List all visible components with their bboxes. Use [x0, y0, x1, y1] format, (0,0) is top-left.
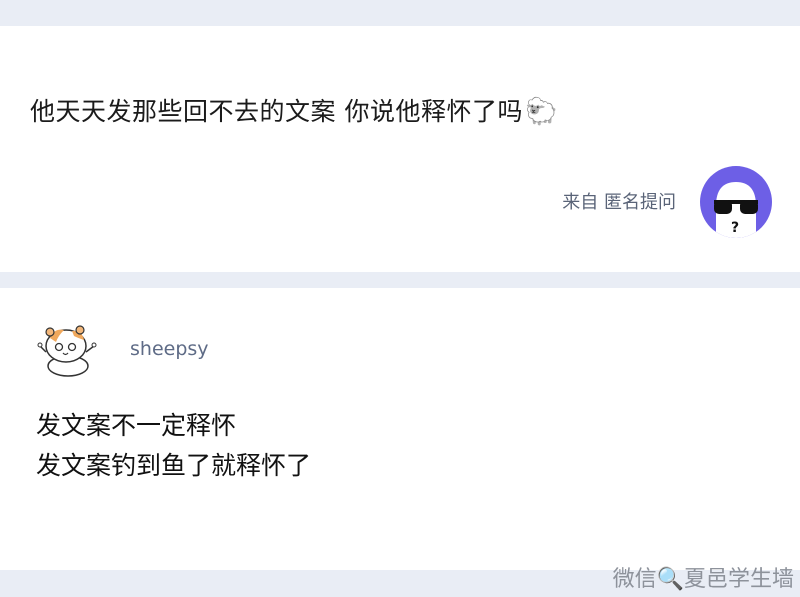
watermark: 微信🔍夏邑学生墙 [612, 567, 794, 592]
question-text: 他天天发那些回不去的文案 你说他释怀了吗🐑 [30, 92, 558, 128]
anonymous-sunglasses-icon: ? [714, 182, 758, 238]
from-label: 来自 匿名提问 [562, 192, 676, 213]
question-card: 他天天发那些回不去的文案 你说他释怀了吗🐑 来自 匿名提问 ? [0, 26, 800, 272]
author-avatar[interactable] [36, 316, 100, 380]
answer-card: sheepsy 发文案不一定释怀 发文案钓到鱼了就释怀了 [0, 288, 800, 570]
anonymous-avatar[interactable]: ? [700, 166, 772, 238]
sheep-emoji: 🐑 [524, 97, 558, 127]
answer-text: 发文案不一定释怀 发文案钓到鱼了就释怀了 [36, 406, 311, 486]
question-body: 他天天发那些回不去的文案 你说他释怀了吗 [30, 97, 523, 126]
answer-line: 发文案不一定释怀 [36, 411, 237, 440]
author-name[interactable]: sheepsy [130, 338, 209, 360]
svg-text:?: ? [731, 220, 739, 236]
hamster-avatar-icon [37, 325, 97, 377]
answer-line: 发文案钓到鱼了就释怀了 [36, 451, 312, 480]
